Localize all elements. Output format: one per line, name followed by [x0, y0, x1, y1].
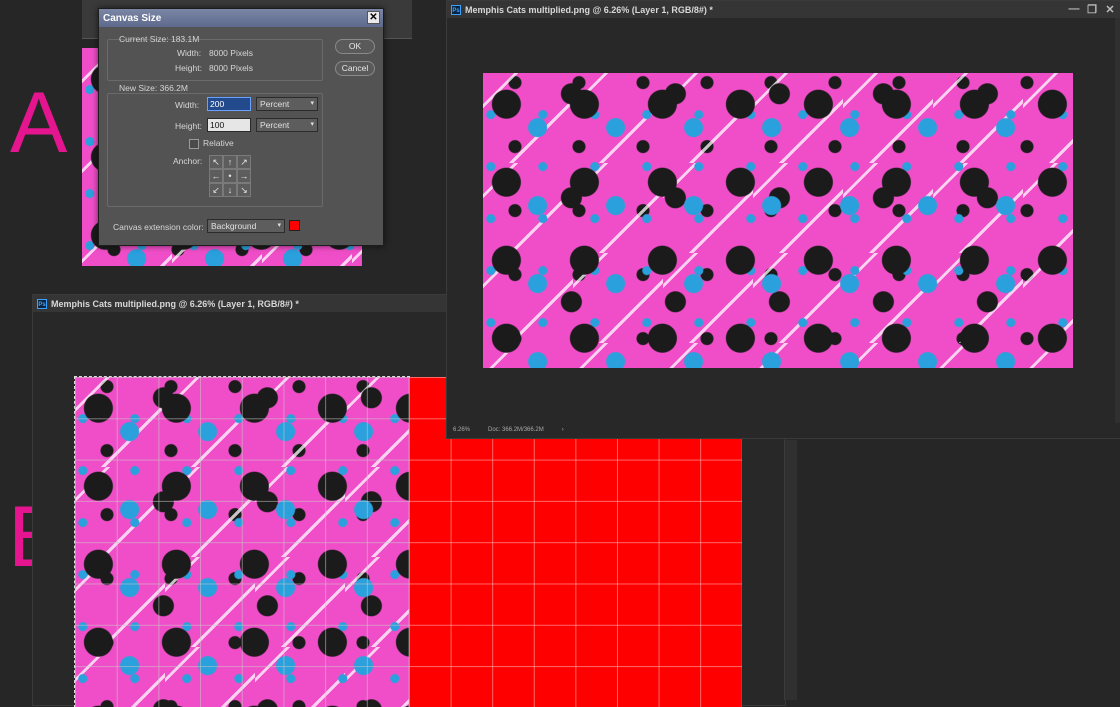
anchor-top-right[interactable]: ↗: [237, 155, 251, 169]
window-c-scrollbar[interactable]: [1115, 18, 1120, 423]
anchor-grid[interactable]: ↖ ↑ ↗ ← • → ↙ ↓ ↘: [209, 155, 253, 199]
window-b-scroll-edge[interactable]: [784, 440, 797, 700]
document-canvas-c: [483, 73, 1073, 368]
chevron-down-icon: ▾: [277, 222, 281, 229]
photoshop-icon: Ps: [37, 298, 47, 309]
label-a: A: [10, 75, 68, 171]
width-input[interactable]: 200: [207, 97, 251, 111]
current-height-label: Height:: [175, 63, 202, 73]
height-input[interactable]: 100: [207, 118, 251, 132]
zoom-level[interactable]: 6.26%: [453, 427, 470, 433]
dialog-title: Canvas Size: [103, 12, 162, 24]
height-label: Height:: [175, 121, 202, 131]
chevron-down-icon: ▾: [310, 100, 314, 107]
width-unit-value: Percent: [260, 99, 290, 109]
extension-color-value: Background: [211, 221, 257, 231]
ok-button[interactable]: OK: [335, 39, 375, 54]
width-unit-select[interactable]: Percent ▾: [256, 97, 318, 111]
restore-icon[interactable]: ❐: [1083, 3, 1101, 16]
anchor-top-left[interactable]: ↖: [209, 155, 223, 169]
status-bar: 6.26% Doc: 366.2M/366.2M ›: [453, 424, 1113, 436]
chevron-down-icon: ▾: [310, 121, 314, 128]
relative-checkbox[interactable]: [189, 139, 199, 149]
anchor-left[interactable]: ←: [209, 169, 223, 183]
height-unit-select[interactable]: Percent ▾: [256, 118, 318, 132]
anchor-bottom[interactable]: ↓: [223, 183, 237, 197]
doc-size: Doc: 366.2M/366.2M: [488, 427, 544, 433]
current-size-group: [107, 39, 323, 81]
dialog-titlebar[interactable]: Canvas Size ✕: [99, 9, 383, 27]
extension-color-select[interactable]: Background ▾: [207, 219, 285, 233]
current-width-value: 8000 Pixels: [209, 48, 253, 58]
window-c-titlebar[interactable]: Ps Memphis Cats multiplied.png @ 6.26% (…: [447, 1, 1120, 18]
status-menu-arrow-icon[interactable]: ›: [562, 427, 564, 433]
window-b-title: Memphis Cats multiplied.png @ 6.26% (Lay…: [51, 298, 299, 309]
anchor-right[interactable]: →: [237, 169, 251, 183]
minimize-icon[interactable]: —: [1065, 3, 1083, 16]
canvas-grid: [75, 377, 409, 707]
height-unit-value: Percent: [260, 120, 290, 130]
cancel-button[interactable]: Cancel: [335, 61, 375, 76]
anchor-label: Anchor:: [173, 156, 203, 166]
canvas-size-dialog: Canvas Size ✕ Current Size: 183.1M Width…: [98, 8, 384, 246]
document-window-c[interactable]: Ps Memphis Cats multiplied.png @ 6.26% (…: [446, 0, 1120, 439]
photoshop-icon: Ps: [451, 4, 461, 15]
current-size-label: Current Size: 183.1M: [119, 34, 200, 44]
anchor-center[interactable]: •: [223, 169, 237, 183]
close-icon[interactable]: ✕: [1101, 3, 1119, 16]
relative-label: Relative: [203, 138, 234, 148]
anchor-bottom-left[interactable]: ↙: [209, 183, 223, 197]
anchor-bottom-right[interactable]: ↘: [237, 183, 251, 197]
width-label: Width:: [175, 100, 200, 110]
close-icon[interactable]: ✕: [367, 11, 380, 24]
anchor-top[interactable]: ↑: [223, 155, 237, 169]
extension-color-label: Canvas extension color:: [113, 222, 204, 232]
extension-color-swatch[interactable]: [289, 220, 300, 231]
current-height-value: 8000 Pixels: [209, 63, 253, 73]
current-width-label: Width:: [177, 48, 202, 58]
new-size-label: New Size: 366.2M: [119, 83, 188, 93]
window-c-title: Memphis Cats multiplied.png @ 6.26% (Lay…: [465, 4, 713, 15]
